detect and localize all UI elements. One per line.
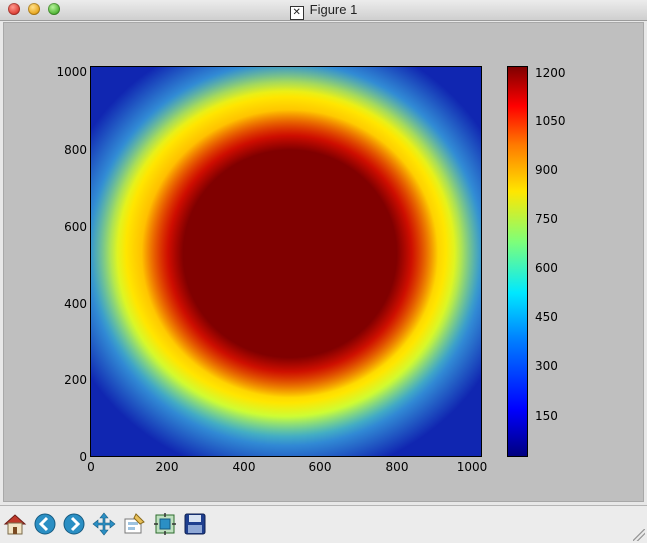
window-resize-grip[interactable] xyxy=(633,529,645,541)
colorbar xyxy=(507,66,528,457)
home-button[interactable] xyxy=(2,511,28,537)
pan-button[interactable] xyxy=(91,511,117,537)
y-tick-label: 0 xyxy=(79,450,87,464)
colorbar-tick-label: 1200 xyxy=(535,66,566,80)
window-title-container: ✕ Figure 1 xyxy=(0,2,647,20)
floppy-disk-icon xyxy=(184,513,206,535)
window-titlebar: ✕ Figure 1 xyxy=(0,0,647,21)
zoom-button[interactable] xyxy=(121,511,147,537)
save-button[interactable] xyxy=(182,511,208,537)
back-button[interactable] xyxy=(32,511,58,537)
y-tick-label: 1000 xyxy=(56,65,87,79)
x-tick-label: 200 xyxy=(155,460,179,474)
colorbar-tick-label: 600 xyxy=(535,261,558,275)
y-tick-label: 400 xyxy=(64,297,87,311)
forward-button[interactable] xyxy=(61,511,87,537)
subplots-icon xyxy=(154,513,176,535)
move-icon xyxy=(92,512,116,536)
x-tick-label: 0 xyxy=(87,460,95,474)
colorbar-tick-label: 900 xyxy=(535,163,558,177)
x-tick-label: 1000 xyxy=(456,460,488,474)
home-icon xyxy=(3,514,27,535)
zoom-rect-icon xyxy=(124,513,145,534)
colorbar-tick-label: 750 xyxy=(535,212,558,226)
colorbar-tick-label: 450 xyxy=(535,310,558,324)
y-tick-label: 800 xyxy=(64,143,87,157)
navigation-toolbar xyxy=(0,505,647,543)
arrow-left-icon xyxy=(34,513,56,535)
x11-app-icon: ✕ xyxy=(289,6,304,20)
heatmap-image[interactable] xyxy=(90,66,482,457)
x-tick-label: 400 xyxy=(232,460,256,474)
colorbar-tick-label: 300 xyxy=(535,359,558,373)
y-tick-label: 600 xyxy=(64,220,87,234)
x-tick-label: 600 xyxy=(308,460,332,474)
y-tick-label: 200 xyxy=(64,373,87,387)
x-tick-label: 800 xyxy=(385,460,409,474)
colorbar-tick-label: 150 xyxy=(535,409,558,423)
subplots-button[interactable] xyxy=(152,511,178,537)
window-title: Figure 1 xyxy=(309,2,358,17)
colorbar-tick-label: 1050 xyxy=(535,114,566,128)
arrow-right-icon xyxy=(63,513,85,535)
